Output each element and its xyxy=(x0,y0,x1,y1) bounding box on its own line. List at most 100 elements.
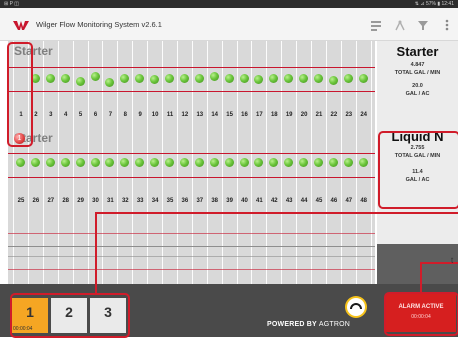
app-bar: Wilger Flow Monitoring System v2.6.1 xyxy=(0,8,458,41)
nozzle-flow-indicator[interactable] xyxy=(314,74,323,83)
nozzle-number: 11 xyxy=(166,112,174,118)
nozzle-flow-indicator[interactable] xyxy=(135,158,145,167)
nozzle-number: 38 xyxy=(211,198,219,204)
nozzle-flow-indicator[interactable] xyxy=(239,74,249,83)
grid-column-line xyxy=(370,41,372,284)
app-title: Wilger Flow Monitoring System v2.6.1 xyxy=(36,20,162,29)
powered-text: POWERED BY xyxy=(267,321,317,328)
nozzle-number: 39 xyxy=(226,198,233,204)
nozzle-number: 41 xyxy=(256,198,263,204)
nozzle-number: 5 xyxy=(78,112,83,118)
nozzle-flow-indicator[interactable] xyxy=(254,158,264,167)
nozzle-number: 40 xyxy=(241,198,248,204)
nozzle-flow-indicator[interactable] xyxy=(299,158,309,167)
flow-monitor-panel: Starter 1 2 3 4 5 6 7 8 9 10 11 12 13 14 15 16 17 18 19 20 2… xyxy=(8,41,375,284)
grid-column-line xyxy=(117,41,119,284)
filter-icon[interactable] xyxy=(416,18,430,32)
nozzle-flow-indicator[interactable] xyxy=(343,74,353,83)
nozzle-flow-indicator[interactable] xyxy=(75,77,85,86)
nozzle-flow-indicator[interactable] xyxy=(135,74,145,83)
nozzle-flow-indicator[interactable] xyxy=(105,158,115,167)
nozzle-flow-indicator[interactable] xyxy=(209,158,219,167)
nozzle-number: 32 xyxy=(121,198,129,204)
nozzle-flow-indicator[interactable] xyxy=(284,74,294,83)
annotation-box xyxy=(7,42,33,147)
nozzle-flow-indicator[interactable] xyxy=(150,158,160,167)
nozzle-flow-indicator[interactable] xyxy=(254,75,264,84)
nozzle-number: 17 xyxy=(256,112,263,118)
antenna-icon[interactable] xyxy=(393,18,407,32)
grid-column-line xyxy=(325,41,327,284)
nozzle-flow-indicator[interactable] xyxy=(60,158,70,167)
nozzle-flow-indicator[interactable] xyxy=(90,72,100,81)
nozzle-flow-indicator[interactable] xyxy=(90,158,100,167)
nozzle-number: 31 xyxy=(107,198,114,204)
nozzle-flow-indicator[interactable] xyxy=(150,75,160,84)
nozzle-flow-indicator[interactable] xyxy=(269,158,279,167)
product-name: Starter xyxy=(396,44,439,59)
nozzle-number: 33 xyxy=(136,198,144,204)
flow-chart-icon[interactable] xyxy=(369,18,383,32)
nozzle-number: 8 xyxy=(123,112,127,118)
nozzle-flow-indicator[interactable] xyxy=(16,158,25,167)
nozzle-flow-indicator[interactable] xyxy=(120,74,130,83)
nozzle-flow-indicator[interactable] xyxy=(209,72,219,81)
total-flow-label: TOTAL GAL / MIN xyxy=(394,70,441,76)
grid-column-line xyxy=(296,41,298,284)
nozzle-number: 27 xyxy=(47,198,55,204)
nozzle-number: 4 xyxy=(64,112,68,118)
nozzle-flow-indicator[interactable] xyxy=(358,74,368,83)
nozzle-flow-indicator[interactable] xyxy=(328,158,338,167)
grid-column-line xyxy=(87,41,89,284)
nozzle-number: 44 xyxy=(300,198,308,204)
flow-line xyxy=(8,256,375,257)
nozzle-flow-indicator[interactable] xyxy=(299,74,309,83)
grid-column-line xyxy=(191,41,193,284)
nozzle-flow-indicator[interactable] xyxy=(343,158,353,167)
nozzle-flow-indicator[interactable] xyxy=(60,74,70,83)
nozzle-flow-indicator[interactable] xyxy=(239,158,249,167)
nozzle-number: 36 xyxy=(181,198,189,204)
upper-limit-line xyxy=(8,67,375,68)
nozzle-flow-indicator[interactable] xyxy=(120,158,130,167)
nozzle-number: 22 xyxy=(330,112,338,118)
nozzle-flow-indicator[interactable] xyxy=(224,74,234,83)
annotation-box xyxy=(384,292,458,336)
nozzle-number: 28 xyxy=(62,198,70,204)
nozzle-number: 43 xyxy=(285,198,293,204)
nozzle-flow-indicator[interactable] xyxy=(314,158,323,167)
nozzle-flow-indicator[interactable] xyxy=(284,158,294,167)
nozzle-number: 12 xyxy=(181,112,189,118)
empty-summary-slot xyxy=(377,244,458,284)
nozzle-number: 6 xyxy=(93,112,98,118)
nozzle-flow-indicator[interactable] xyxy=(269,74,279,83)
nozzle-flow-indicator[interactable] xyxy=(30,158,40,167)
nozzle-flow-indicator[interactable] xyxy=(194,158,204,167)
nozzle-flow-indicator[interactable] xyxy=(179,74,189,83)
nozzle-flow-indicator[interactable] xyxy=(75,158,85,167)
nozzle-number: 21 xyxy=(315,112,323,118)
nozzle-flow-indicator[interactable] xyxy=(45,158,55,167)
status-right: ⇅ ⊿ 57% ▮ 12:41 xyxy=(414,1,454,7)
nozzle-flow-indicator[interactable] xyxy=(165,74,174,83)
grid-column-line xyxy=(281,41,283,284)
nozzle-flow-indicator[interactable] xyxy=(179,158,189,167)
total-flow-value: 4.847 xyxy=(410,62,425,68)
grid-column-line xyxy=(236,41,238,284)
nozzle-flow-indicator[interactable] xyxy=(224,158,234,167)
nozzle-number: 18 xyxy=(270,112,278,118)
nozzle-flow-indicator[interactable] xyxy=(194,74,204,83)
nozzle-number: 13 xyxy=(196,112,204,118)
grid-column-line xyxy=(42,41,44,284)
nozzle-flow-indicator[interactable] xyxy=(105,78,115,87)
overflow-menu-icon[interactable] xyxy=(440,18,454,32)
nozzle-flow-indicator[interactable] xyxy=(45,74,55,83)
nozzle-number: 26 xyxy=(32,198,40,204)
nozzle-number: 3 xyxy=(49,112,53,118)
grid-column-line xyxy=(162,41,163,284)
nozzle-flow-indicator[interactable] xyxy=(165,158,174,167)
limit-line xyxy=(8,233,375,234)
nozzle-flow-indicator[interactable] xyxy=(358,158,368,167)
nozzle-flow-indicator[interactable] xyxy=(328,76,338,85)
nozzle-number: 48 xyxy=(360,198,368,204)
